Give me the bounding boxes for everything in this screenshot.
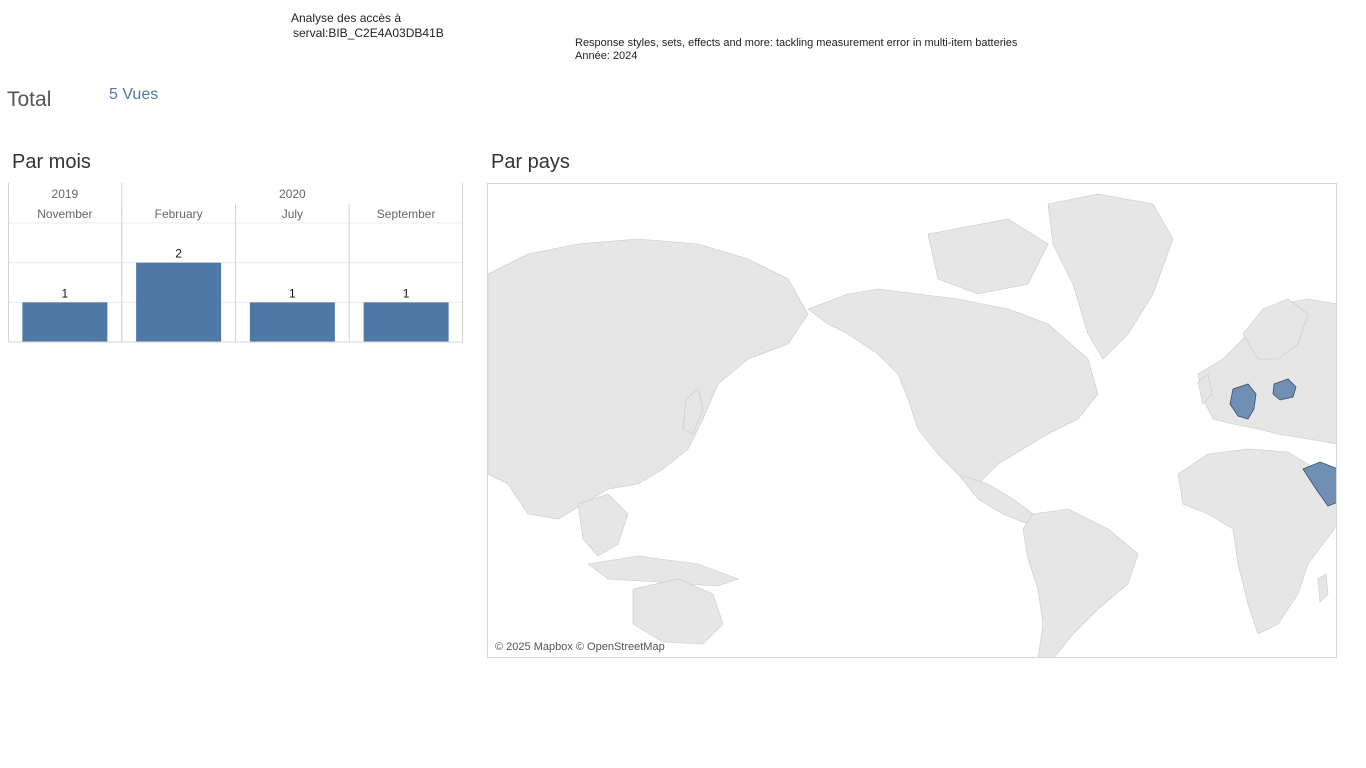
month-label: November — [37, 207, 92, 221]
page-title: Analyse des accès à serval:BIB_C2E4A03DB… — [291, 11, 444, 41]
bar[interactable] — [22, 302, 108, 342]
countries-section-title: Par pays — [491, 151, 570, 173]
months-section-title: Par mois — [12, 151, 91, 173]
year-label: 2019 — [52, 187, 79, 201]
bar-value-label: 1 — [403, 286, 410, 300]
monthly-views-chart[interactable]: 2019 2020 November 1 February 2 July 1 September… — [8, 183, 468, 345]
greenland-landmass — [1047, 193, 1174, 360]
bar[interactable] — [363, 302, 449, 342]
month-label: February — [155, 207, 203, 221]
month-label: July — [282, 207, 303, 221]
central-america-landmass — [957, 473, 1034, 525]
document-title: Response styles, sets, effects and more:… — [575, 37, 1018, 49]
bar-value-label: 1 — [289, 286, 296, 300]
document-year: Année: 2024 — [575, 50, 638, 62]
page-title-line1: Analyse des accès à — [291, 11, 402, 25]
total-label: Total — [7, 88, 52, 111]
world-map[interactable] — [488, 184, 1337, 658]
total-views-value[interactable]: 5 Vues — [109, 86, 158, 104]
document-info: Response styles, sets, effects and more:… — [575, 37, 1017, 63]
asia-landmass — [488, 238, 809, 520]
southeast-asia-landmass — [577, 493, 629, 557]
bar-value-label: 1 — [62, 286, 69, 300]
bar[interactable] — [136, 262, 222, 342]
arctic-islands — [927, 218, 1049, 295]
south-america-landmass — [1022, 508, 1139, 657]
page-title-line2: serval:BIB_C2E4A03DB41B — [293, 26, 444, 40]
year-label: 2020 — [279, 187, 306, 201]
australia-landmass — [632, 578, 724, 645]
indonesia-landmass — [587, 555, 739, 587]
bar[interactable] — [249, 302, 335, 342]
madagascar-landmass — [1317, 573, 1329, 603]
month-label: September — [377, 207, 436, 221]
map-attribution[interactable]: © 2025 Mapbox © OpenStreetMap — [495, 641, 665, 653]
north-america-landmass — [807, 288, 1099, 485]
country-map[interactable] — [487, 183, 1337, 658]
bar-value-label: 2 — [175, 247, 182, 261]
